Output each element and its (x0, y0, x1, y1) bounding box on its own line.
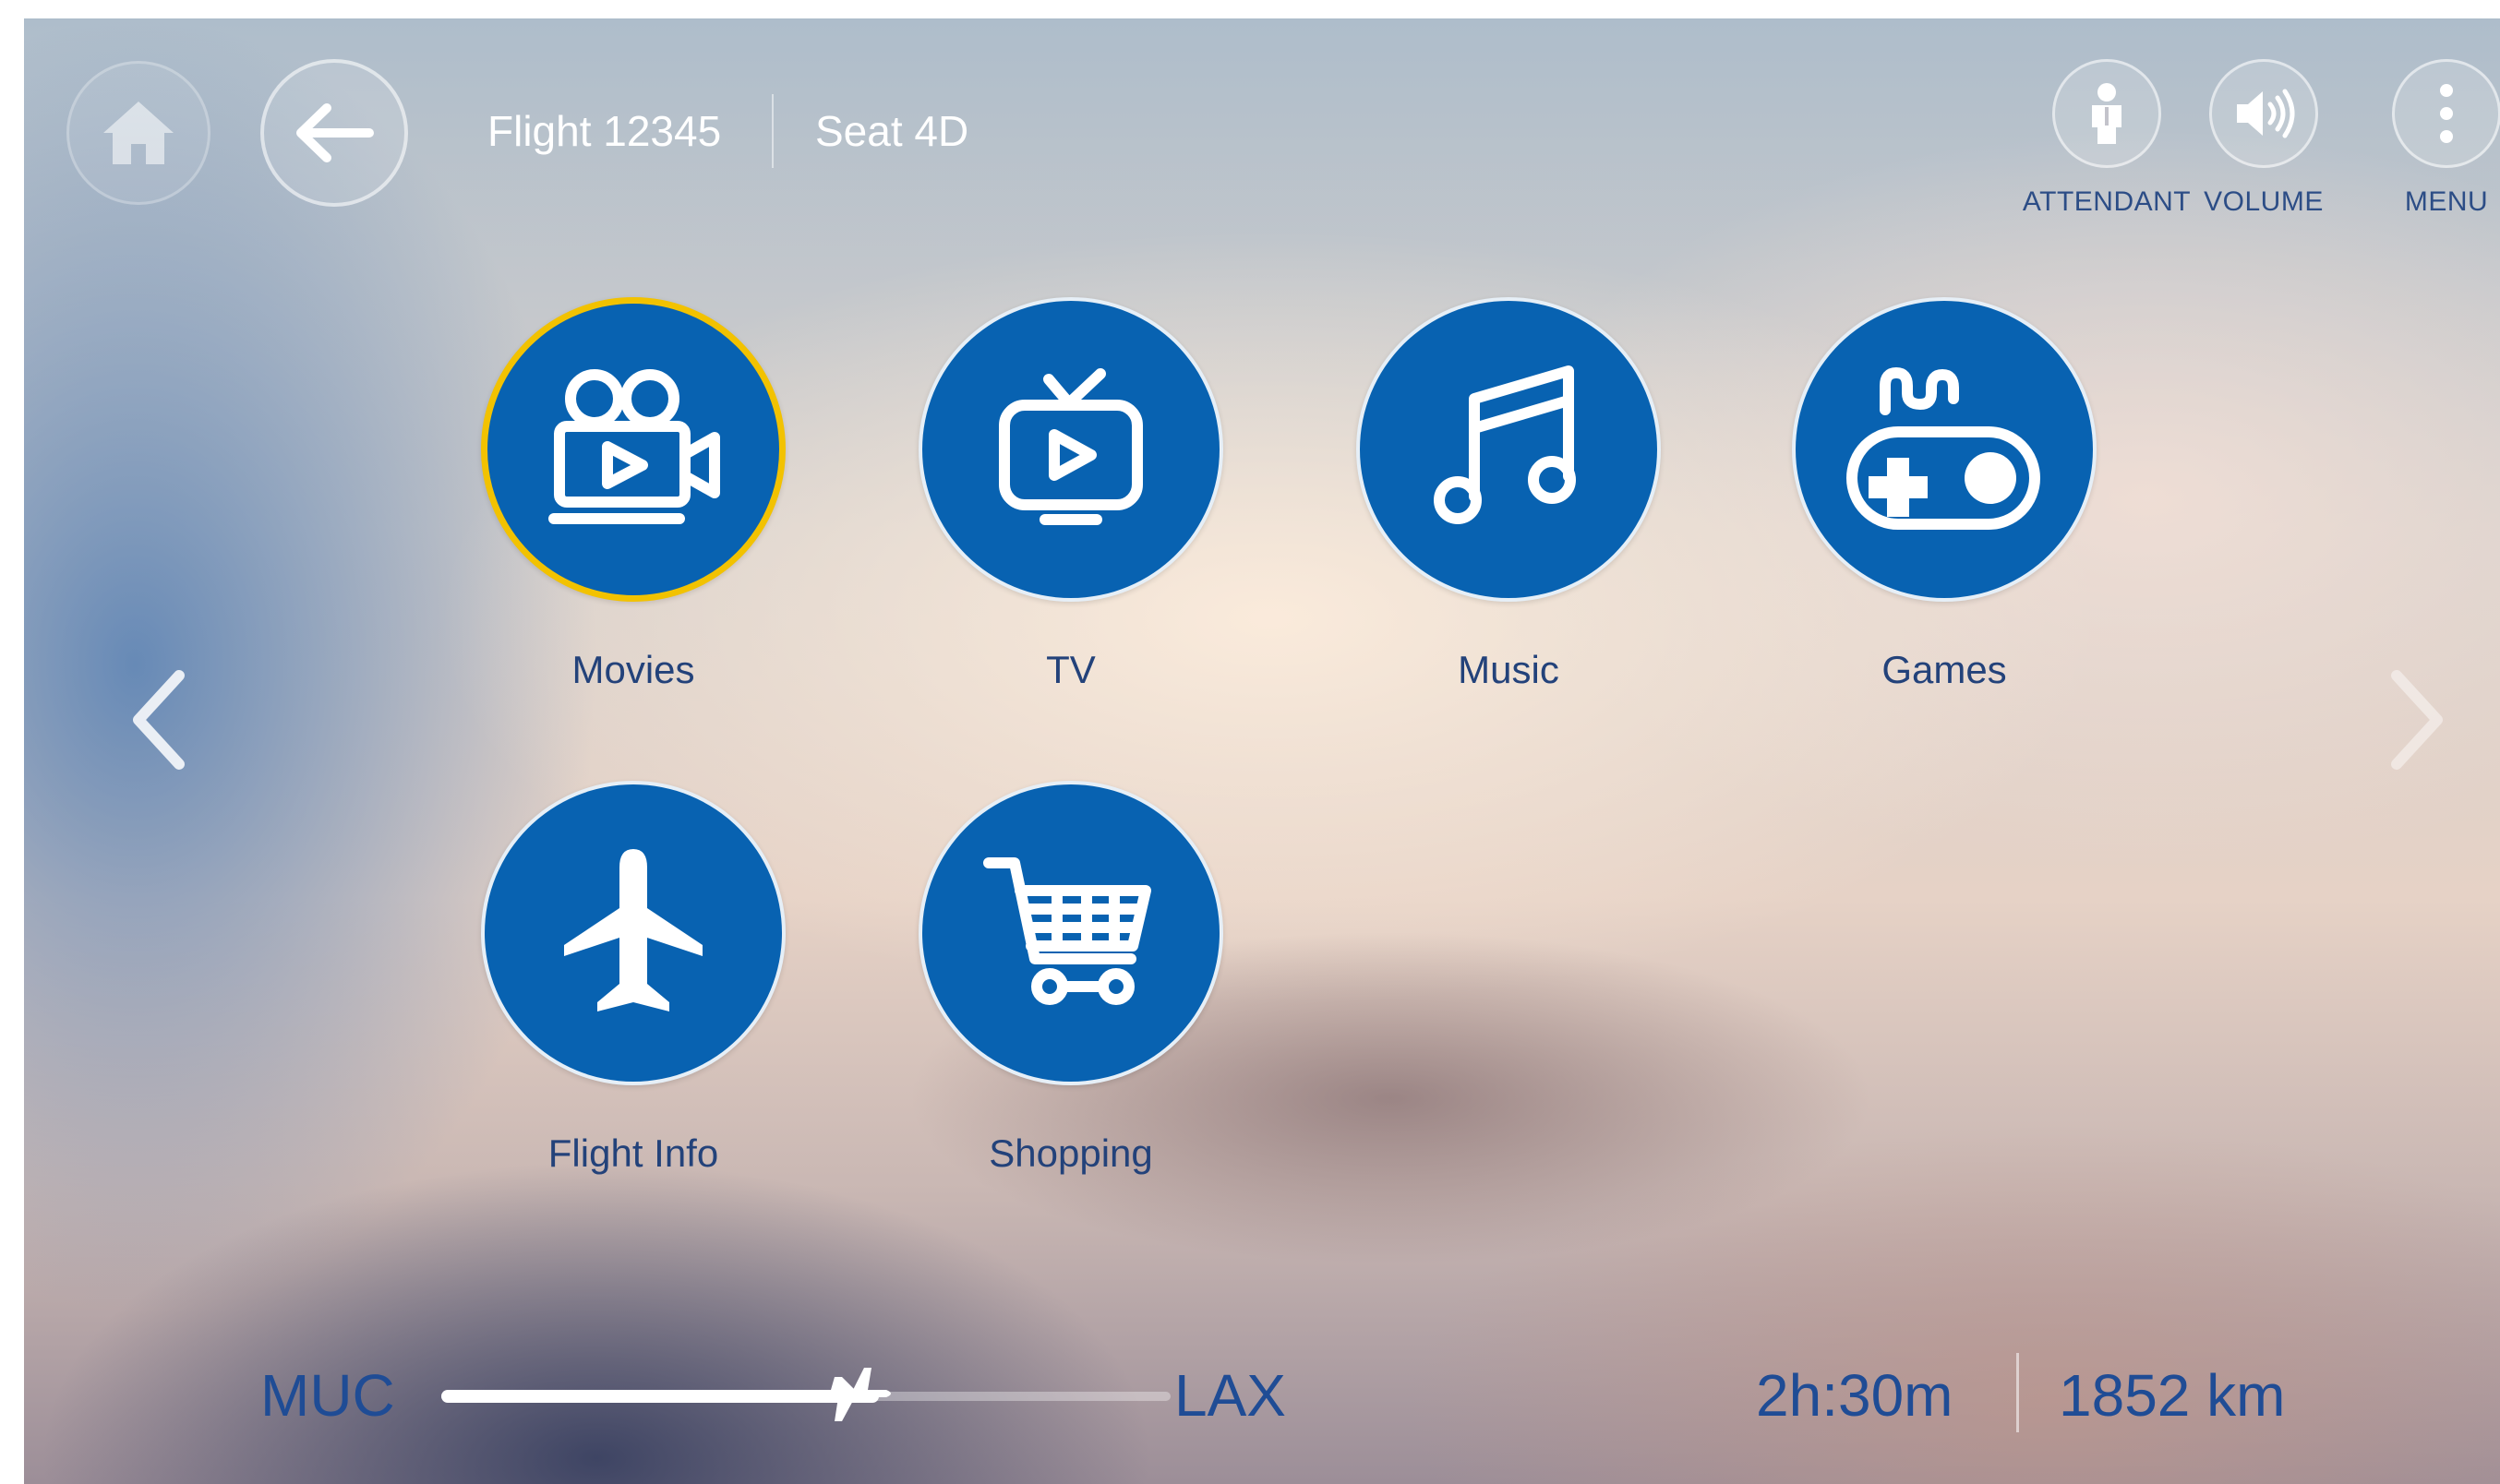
tv-icon (999, 368, 1143, 525)
home-button[interactable] (66, 61, 210, 205)
more-vertical-icon (2440, 84, 2453, 143)
attendant-icon (2092, 83, 2121, 144)
tile-music[interactable]: Music (1352, 297, 1665, 692)
tile-shopping[interactable]: Shopping (914, 781, 1228, 1176)
movies-button[interactable] (481, 297, 786, 602)
seat-number: Seat 4D (815, 107, 969, 155)
time-remaining: 2h:30m (1756, 1362, 1953, 1429)
tile-games[interactable]: Games (1787, 297, 2101, 692)
movies-label: Movies (571, 648, 695, 691)
flight-progress-bar (441, 1368, 1171, 1421)
tv-button[interactable] (919, 297, 1223, 602)
header-divider (772, 94, 774, 168)
volume-label: VOLUME (2204, 186, 2324, 217)
music-button[interactable] (1356, 297, 1661, 602)
tile-movies[interactable]: Movies (476, 297, 790, 692)
attendant-label: ATTENDANT (2022, 186, 2192, 217)
music-label: Music (1458, 648, 1559, 691)
back-button[interactable] (260, 59, 408, 207)
volume-control[interactable]: VOLUME (2190, 59, 2338, 218)
next-page-arrow[interactable] (2380, 664, 2454, 775)
origin-airport: MUC (260, 1362, 395, 1429)
menu-button[interactable] (2392, 59, 2500, 168)
menu-control[interactable]: MENU (2389, 59, 2500, 218)
music-note-icon (1434, 365, 1576, 524)
airplane-icon (564, 849, 703, 1011)
progress-airplane-icon (831, 1368, 891, 1421)
volume-button[interactable] (2209, 59, 2318, 168)
previous-page-arrow[interactable] (122, 664, 196, 775)
menu-label: MENU (2404, 186, 2489, 217)
flight-info-label: Flight Info (547, 1131, 719, 1175)
destination-airport: LAX (1174, 1362, 1286, 1429)
flight-number: Flight 12345 (487, 107, 722, 155)
stats-divider (2016, 1353, 2019, 1432)
shopping-cart-icon (983, 857, 1151, 1005)
attendant-call[interactable]: ATTENDANT (2016, 59, 2197, 218)
shopping-label: Shopping (989, 1131, 1153, 1175)
progress-fill (441, 1390, 879, 1403)
tile-tv[interactable]: TV (914, 297, 1228, 692)
home-icon (103, 102, 174, 164)
tile-flight-info[interactable]: Flight Info (476, 781, 790, 1176)
tv-label: TV (1046, 648, 1096, 691)
movie-camera-icon (548, 369, 720, 524)
attendant-button[interactable] (2052, 59, 2161, 168)
distance-remaining: 1852 km (2059, 1362, 2286, 1429)
games-button[interactable] (1792, 297, 2097, 602)
ife-home-screen: Flight 12345 Seat 4D ATTENDANT VOLUME ME… (24, 18, 2500, 1484)
arrow-left-icon (296, 103, 374, 162)
speaker-icon (2237, 89, 2295, 138)
gamepad-icon (1846, 367, 2040, 530)
flight-info-button[interactable] (481, 781, 786, 1085)
games-label: Games (1881, 648, 2007, 691)
shopping-button[interactable] (919, 781, 1223, 1085)
